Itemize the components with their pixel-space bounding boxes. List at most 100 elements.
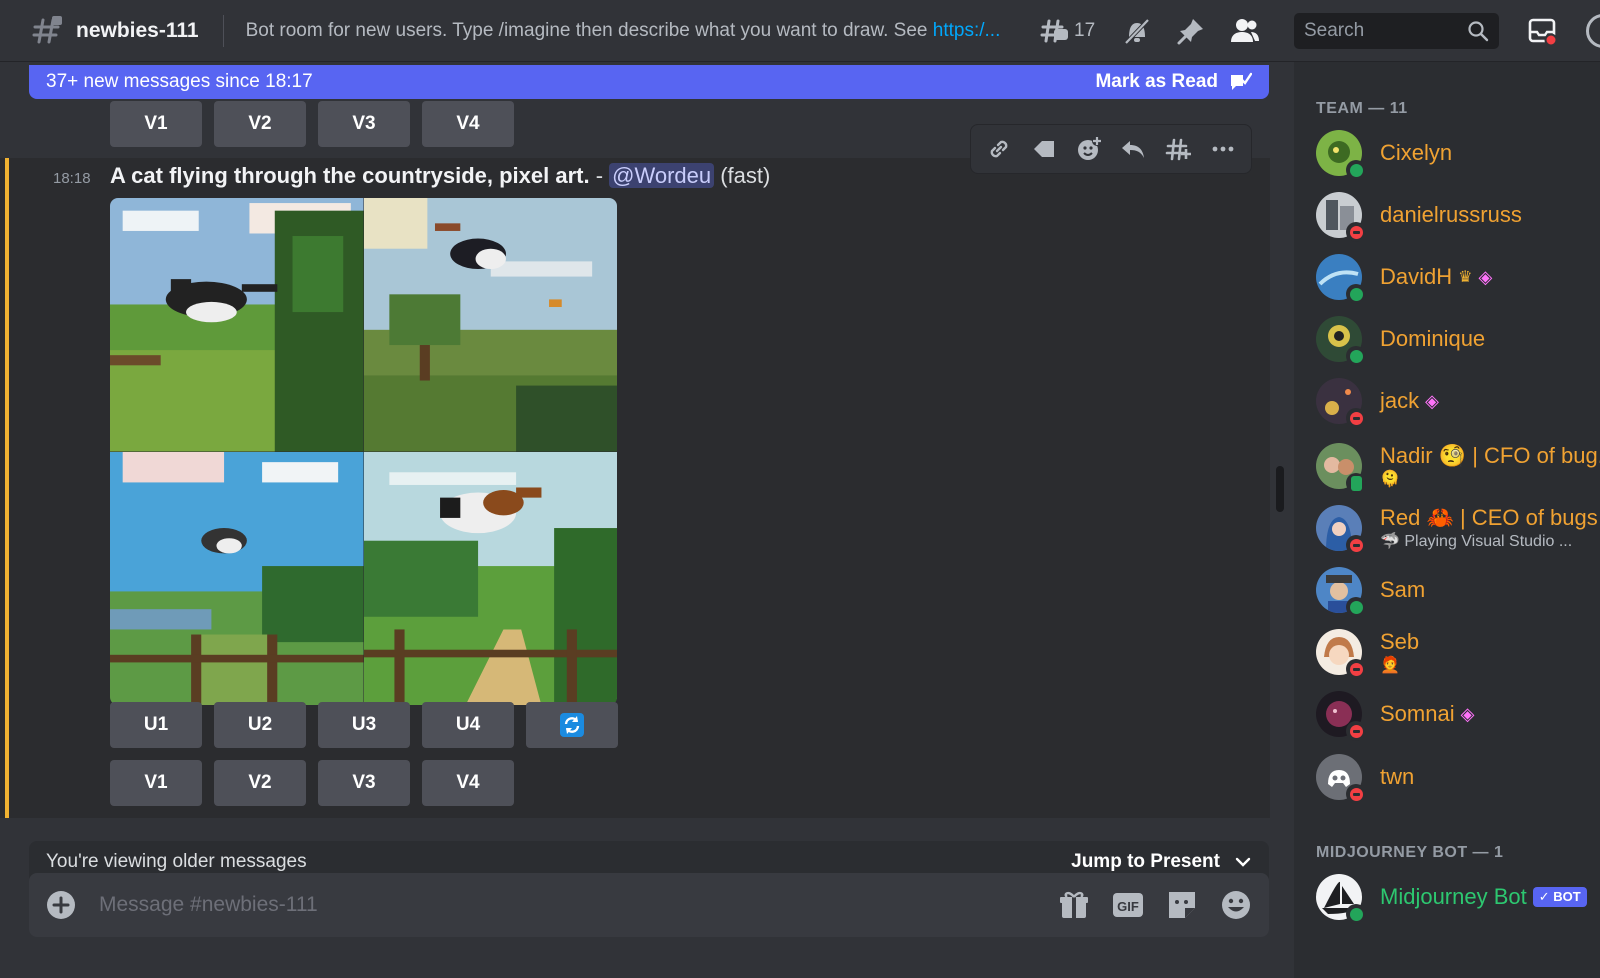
- member-midjourney-bot[interactable]: Midjourney Bot ✓ BOT: [1316, 872, 1600, 924]
- channel-hash-icon: [32, 15, 62, 43]
- member-activity: 🦈 Playing Visual Studio ...: [1380, 533, 1573, 550]
- nitro-boost-icon: ◈: [1460, 703, 1475, 724]
- avatar: [1316, 130, 1366, 180]
- inbox-button[interactable]: [1526, 13, 1558, 49]
- link-icon[interactable]: [985, 135, 1013, 163]
- variation-row: V1 V2 V3 V4: [110, 760, 514, 806]
- image-tile-4[interactable]: [363, 451, 617, 705]
- emoji-icon[interactable]: [1219, 888, 1253, 922]
- member-danielrussruss[interactable]: danielrussruss: [1316, 190, 1600, 242]
- reply-icon[interactable]: [1119, 135, 1147, 163]
- bot-section-header: MIDJOURNEY BOT — 1: [1316, 844, 1504, 861]
- image-grid[interactable]: [110, 198, 617, 705]
- avatar: [1316, 567, 1366, 617]
- v4-button[interactable]: V4: [422, 760, 514, 806]
- avatar: [1316, 254, 1366, 304]
- member-name-text: Somnai: [1380, 701, 1455, 726]
- add-attachment-icon[interactable]: [45, 889, 77, 921]
- member-name: Somnai ◈: [1380, 701, 1474, 727]
- v2-button[interactable]: V2: [214, 101, 306, 147]
- member-list-button[interactable]: [1229, 13, 1261, 49]
- member-seb[interactable]: Seb 🧑‍🦰: [1316, 624, 1600, 680]
- avatar: [1316, 874, 1366, 924]
- chat-area: 37+ new messages since 18:17 Mark as Rea…: [0, 62, 1294, 978]
- member-name: DavidH ♛ ◈: [1380, 264, 1492, 290]
- member-jack[interactable]: jack ◈: [1316, 376, 1600, 428]
- image-tile-2[interactable]: [363, 198, 617, 452]
- new-messages-text: 37+ new messages since 18:17: [46, 71, 313, 92]
- speed-label: (fast): [714, 163, 771, 188]
- gift-icon[interactable]: [1057, 888, 1091, 922]
- v3-button[interactable]: V3: [318, 760, 410, 806]
- message-actions-bar: [970, 124, 1252, 174]
- jump-to-present-button[interactable]: Jump to Present: [1071, 851, 1252, 873]
- member-name-text: jack: [1380, 388, 1420, 413]
- u1-button[interactable]: U1: [110, 702, 202, 748]
- composer-tools: GIF: [1057, 888, 1253, 922]
- sticker-icon[interactable]: [1165, 888, 1199, 922]
- search-input[interactable]: Search: [1294, 13, 1499, 49]
- mute-button[interactable]: [1121, 13, 1153, 49]
- topic-link[interactable]: https:/...: [933, 20, 1001, 41]
- member-somnai[interactable]: Somnai ◈: [1316, 689, 1600, 741]
- svg-text:GIF: GIF: [1117, 899, 1139, 914]
- member-twn[interactable]: twn: [1316, 752, 1600, 804]
- pixel-art-cat-image: [110, 451, 364, 705]
- reroll-button[interactable]: [526, 702, 618, 748]
- jump-to-present-label: Jump to Present: [1071, 851, 1220, 872]
- member-dominique[interactable]: Dominique: [1316, 314, 1600, 366]
- user-mention[interactable]: @Wordeu: [609, 163, 715, 188]
- members-icon: [1231, 19, 1260, 42]
- avatar: [1316, 754, 1366, 804]
- chat-scrollbar[interactable]: [1276, 466, 1284, 512]
- pinned-button[interactable]: [1175, 13, 1207, 49]
- avatar: [1316, 629, 1366, 679]
- member-name: twn: [1380, 764, 1415, 789]
- avatar: [1316, 443, 1366, 493]
- threads-button[interactable]: 17: [1038, 13, 1095, 49]
- search-placeholder: Search: [1304, 20, 1365, 41]
- new-messages-banner[interactable]: 37+ new messages since 18:17 Mark as Rea…: [29, 65, 1269, 99]
- avatar: [1316, 316, 1366, 366]
- team-section-header: TEAM — 11: [1316, 100, 1408, 117]
- channel-name: newbies-111: [76, 18, 199, 42]
- app-tag-icon[interactable]: [1030, 135, 1058, 163]
- u4-button[interactable]: U4: [422, 702, 514, 748]
- thread-count: 17: [1074, 20, 1096, 41]
- v1-button[interactable]: V1: [110, 101, 202, 147]
- v2-button[interactable]: V2: [214, 760, 306, 806]
- image-tile-1[interactable]: [110, 198, 364, 452]
- mention-highlight-bar: [5, 158, 9, 818]
- u3-button[interactable]: U3: [318, 702, 410, 748]
- create-thread-icon[interactable]: [1164, 135, 1192, 163]
- message-content: A cat flying through the countryside, pi…: [110, 163, 770, 189]
- search-icon: [1468, 21, 1489, 42]
- member-name: Dominique: [1380, 326, 1486, 351]
- avatar: [1316, 192, 1366, 242]
- member-custom-status: 🧑‍🦰: [1380, 657, 1400, 674]
- member-davidh[interactable]: DavidH ♛ ◈: [1316, 252, 1600, 304]
- member-nadir[interactable]: Nadir 🧐 | CFO of bug... 🫠: [1316, 438, 1600, 494]
- nitro-boost-icon: ◈: [1425, 390, 1439, 411]
- more-options-icon[interactable]: [1209, 135, 1237, 163]
- mark-as-read-button[interactable]: Mark as Read: [1095, 70, 1252, 94]
- bell-slash-icon: [1124, 18, 1150, 45]
- v4-button[interactable]: V4: [422, 101, 514, 147]
- member-name: Nadir 🧐 | CFO of bug...: [1380, 443, 1600, 468]
- v3-button[interactable]: V3: [318, 101, 410, 147]
- member-sam[interactable]: Sam: [1316, 565, 1600, 617]
- v1-button[interactable]: V1: [110, 760, 202, 806]
- u2-button[interactable]: U2: [214, 702, 306, 748]
- image-tile-3[interactable]: [110, 451, 364, 705]
- chevron-down-icon: [1235, 857, 1251, 867]
- pixel-art-cat-image: [363, 451, 617, 705]
- gif-icon[interactable]: GIF: [1111, 888, 1145, 922]
- message-input[interactable]: [99, 893, 1057, 917]
- member-name: Red 🦀 | CEO of bugs: [1380, 505, 1598, 530]
- header-toolbar: 17: [1038, 13, 1261, 49]
- member-cixelyn[interactable]: Cixelyn: [1316, 128, 1600, 180]
- member-red[interactable]: Red 🦀 | CEO of bugs 🦈 Playing Visual Stu…: [1316, 500, 1600, 556]
- channel-topic[interactable]: Bot room for new users. Type /imagine th…: [246, 20, 1028, 42]
- add-reaction-icon[interactable]: [1075, 135, 1103, 163]
- mark-as-read-label: Mark as Read: [1095, 71, 1218, 92]
